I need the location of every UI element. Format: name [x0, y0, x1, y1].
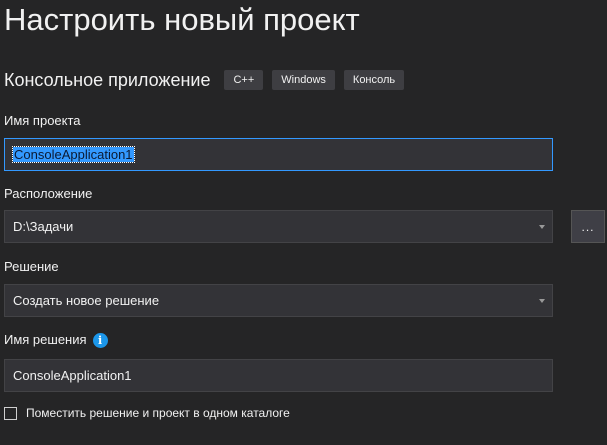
- same-directory-option[interactable]: Поместить решение и проект в одном катал…: [4, 406, 290, 420]
- same-directory-label[interactable]: Поместить решение и проект в одном катал…: [26, 406, 290, 420]
- solution-dropdown[interactable]: Создать новое решение: [4, 284, 553, 317]
- solution-name-label-row: Имя решения i: [4, 332, 108, 349]
- template-name: Консольное приложение: [4, 69, 211, 90]
- page-title: Настроить новый проект: [4, 2, 360, 37]
- project-name-input[interactable]: ConsoleApplication1: [4, 138, 553, 171]
- browse-button[interactable]: ...: [571, 210, 605, 243]
- solution-label: Решение: [4, 259, 59, 274]
- same-directory-checkbox[interactable]: [4, 406, 17, 420]
- tag-language: C++: [224, 70, 264, 90]
- chevron-down-icon[interactable]: [539, 299, 545, 303]
- info-icon[interactable]: i: [92, 333, 108, 349]
- location-value: D:\Задачи: [13, 219, 74, 234]
- configure-project-page: Настроить новый проект Консольное прилож…: [0, 0, 607, 445]
- solution-value: Создать новое решение: [13, 293, 160, 308]
- project-name-label: Имя проекта: [4, 113, 81, 128]
- location-label: Расположение: [4, 186, 93, 201]
- project-name-value: ConsoleApplication1: [12, 146, 135, 163]
- solution-name-value: ConsoleApplication1: [13, 368, 132, 383]
- tag-project-type: Консоль: [343, 70, 405, 90]
- solution-name-label: Имя решения: [4, 332, 87, 347]
- solution-name-input[interactable]: ConsoleApplication1: [4, 359, 553, 392]
- tag-platform: Windows: [272, 70, 335, 90]
- chevron-down-icon[interactable]: [539, 225, 545, 229]
- template-info: Консольное приложение C++ Windows Консол…: [4, 66, 413, 94]
- location-combobox[interactable]: D:\Задачи: [4, 210, 553, 243]
